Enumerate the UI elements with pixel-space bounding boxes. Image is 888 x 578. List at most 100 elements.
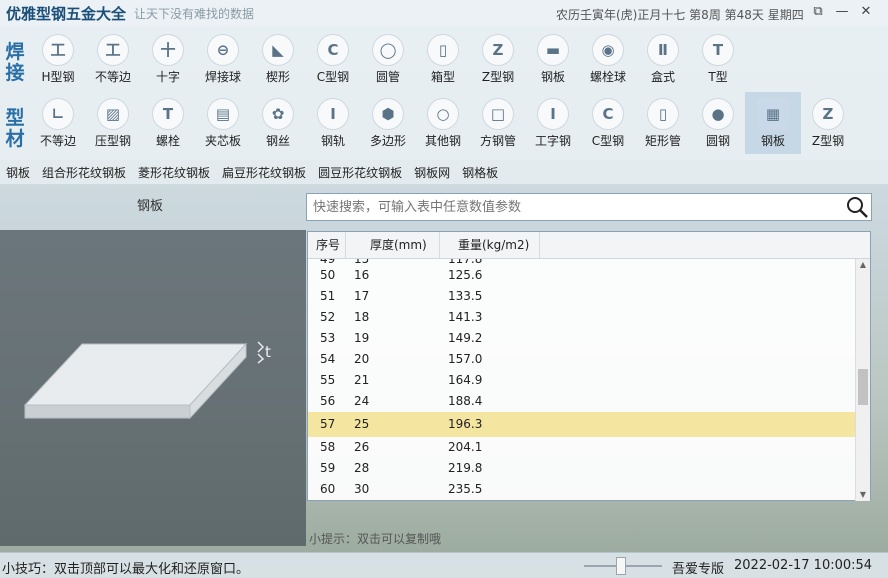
- tool-button[interactable]: ◯ 圆管: [360, 28, 416, 90]
- tool-button[interactable]: Z Z型钢: [800, 92, 856, 154]
- table-row[interactable]: 58 26 204.1: [308, 437, 856, 458]
- subcategory-tab[interactable]: 钢板: [6, 164, 30, 181]
- tool-button[interactable]: ● 圆钢: [690, 92, 746, 154]
- cell-index: 50: [320, 268, 336, 282]
- tool-label: Z型钢: [481, 70, 515, 84]
- search-input[interactable]: [307, 194, 827, 220]
- table-row[interactable]: 50 16 125.6: [308, 265, 856, 286]
- tool-label: 箱型: [430, 70, 455, 84]
- profile-shape-icon: ▯: [647, 98, 679, 130]
- table-row[interactable]: 52 18 141.3: [308, 307, 856, 328]
- tool-label: C型钢: [316, 70, 350, 84]
- title-bar[interactable]: 优雅型钢五金大全 让天下没有难找的数据 农历壬寅年(虎)正月十七 第8周 第48…: [0, 0, 888, 26]
- tool-button[interactable]: I 工字钢: [525, 92, 581, 154]
- cell-weight: 196.3: [448, 417, 483, 431]
- tool-button[interactable]: 工 H型钢: [30, 28, 86, 90]
- cell-thickness: 28: [354, 461, 370, 475]
- subcategory-tab[interactable]: 菱形花纹钢板: [138, 164, 210, 181]
- tool-label: 钢板: [540, 70, 565, 84]
- tool-button[interactable]: ⊖ 焊接球: [195, 28, 251, 90]
- minimize-icon[interactable]: —: [834, 4, 850, 20]
- column-header-index[interactable]: 序号: [308, 232, 346, 258]
- tool-button[interactable]: ▦ 钢板: [745, 92, 801, 154]
- cell-index: 54: [320, 352, 336, 366]
- tool-button[interactable]: ▯ 箱型: [415, 28, 471, 90]
- cell-index: 53: [320, 331, 336, 345]
- tool-button[interactable]: ▤ 夹芯板: [195, 92, 251, 154]
- table-row[interactable]: 60 30 235.5: [308, 479, 856, 500]
- profile-shape-icon: I: [317, 98, 349, 130]
- tool-button[interactable]: T T型: [690, 28, 746, 90]
- close-icon[interactable]: ✕: [858, 4, 874, 20]
- tool-button[interactable]: I 钢轨: [305, 92, 361, 154]
- tool-label: 矩形管: [644, 134, 681, 148]
- tool-button[interactable]: ▯ 矩形管: [635, 92, 691, 154]
- tool-button[interactable]: ∟ 不等边: [30, 92, 86, 154]
- tool-button[interactable]: ◣ 楔形: [250, 28, 306, 90]
- tool-button[interactable]: T 螺栓: [140, 92, 196, 154]
- table-row[interactable]: 51 17 133.5: [308, 286, 856, 307]
- scroll-down-icon[interactable]: ▼: [856, 489, 870, 501]
- tool-label: 夹芯板: [204, 134, 241, 148]
- table-row[interactable]: 56 24 188.4: [308, 391, 856, 412]
- tool-label: 钢轨: [320, 134, 345, 148]
- tool-label: 其他钢: [424, 134, 461, 148]
- subcategory-tab[interactable]: 圆豆形花纹钢板: [318, 164, 402, 181]
- tool-button[interactable]: ○ 其他钢: [415, 92, 471, 154]
- tool-button[interactable]: ▨ 压型钢: [85, 92, 141, 154]
- table-row[interactable]: 55 21 164.9: [308, 370, 856, 391]
- table-row[interactable]: 57 25 196.3: [308, 412, 856, 437]
- cell-weight: 149.2: [448, 331, 483, 345]
- profile-shape-icon: ●: [702, 98, 734, 130]
- search-box[interactable]: [306, 193, 872, 221]
- profile-shape-icon: ⬢: [372, 98, 404, 130]
- cell-weight: 204.1: [448, 440, 483, 454]
- tool-label: 螺栓球: [589, 70, 626, 84]
- opacity-slider-thumb[interactable]: [616, 557, 626, 575]
- subcategory-tab[interactable]: 钢格板: [462, 164, 498, 181]
- subcategory-tab[interactable]: 钢板网: [414, 164, 450, 181]
- cell-index: 55: [320, 373, 336, 387]
- status-tip: 小技巧：双击顶部可以最大化和还原窗口。: [2, 562, 250, 577]
- tool-button[interactable]: ▬ 钢板: [525, 28, 581, 90]
- tool-button[interactable]: 十十字: [140, 28, 196, 90]
- cell-weight: 125.6: [448, 268, 483, 282]
- tool-label: 焊接球: [204, 70, 241, 84]
- scroll-up-icon[interactable]: ▲: [856, 259, 870, 271]
- cell-thickness: 18: [354, 310, 370, 324]
- tool-button[interactable]: C C型钢: [580, 92, 636, 154]
- table-row[interactable]: 54 20 157.0: [308, 349, 856, 370]
- status-bar: 小技巧：双击顶部可以最大化和还原窗口。 吾爱专版 2022-02-17 10:0…: [0, 552, 888, 578]
- table-row[interactable]: 59 28 219.8: [308, 458, 856, 479]
- cell-index: 58: [320, 440, 336, 454]
- tool-label: 压型钢: [94, 134, 131, 148]
- profile-shape-icon: ▦: [757, 98, 789, 130]
- subcategory-tab[interactable]: 扁豆形花纹钢板: [222, 164, 306, 181]
- profile-shape-icon: 工: [97, 34, 129, 66]
- subcategory-tab[interactable]: 组合形花纹钢板: [42, 164, 126, 181]
- app-slogan: 让天下没有难找的数据: [134, 6, 255, 21]
- tool-button[interactable]: C C型钢: [305, 28, 361, 90]
- cell-weight: 157.0: [448, 352, 483, 366]
- tool-button[interactable]: ⬢ 多边形: [360, 92, 416, 154]
- profile-shape-icon: C: [317, 34, 349, 66]
- tool-button[interactable]: 工不等边: [85, 28, 141, 90]
- scroll-thumb[interactable]: [858, 369, 868, 405]
- tool-button[interactable]: Ⅱ 盒式: [635, 28, 691, 90]
- tool-label: 螺栓: [155, 134, 180, 148]
- column-header-weight[interactable]: 重量(kg/m2): [440, 232, 540, 258]
- vertical-scrollbar[interactable]: ▲ ▼: [855, 259, 870, 501]
- app-title: 优雅型钢五金大全: [6, 4, 127, 23]
- pin-icon[interactable]: ⧉: [810, 4, 826, 20]
- profile-shape-icon: ▤: [207, 98, 239, 130]
- tool-label: 不等边: [94, 70, 131, 84]
- tool-button[interactable]: Z Z型钢: [470, 28, 526, 90]
- tool-label: T型: [708, 70, 728, 84]
- tool-button[interactable]: ◉ 螺栓球: [580, 28, 636, 90]
- tool-button[interactable]: ✿ 钢丝: [250, 92, 306, 154]
- column-header-thickness[interactable]: 厚度(mm): [346, 232, 440, 258]
- profile-shape-icon: T: [152, 98, 184, 130]
- tool-button[interactable]: □ 方钢管: [470, 92, 526, 154]
- table-row[interactable]: 53 19 149.2: [308, 328, 856, 349]
- search-icon[interactable]: [845, 195, 869, 219]
